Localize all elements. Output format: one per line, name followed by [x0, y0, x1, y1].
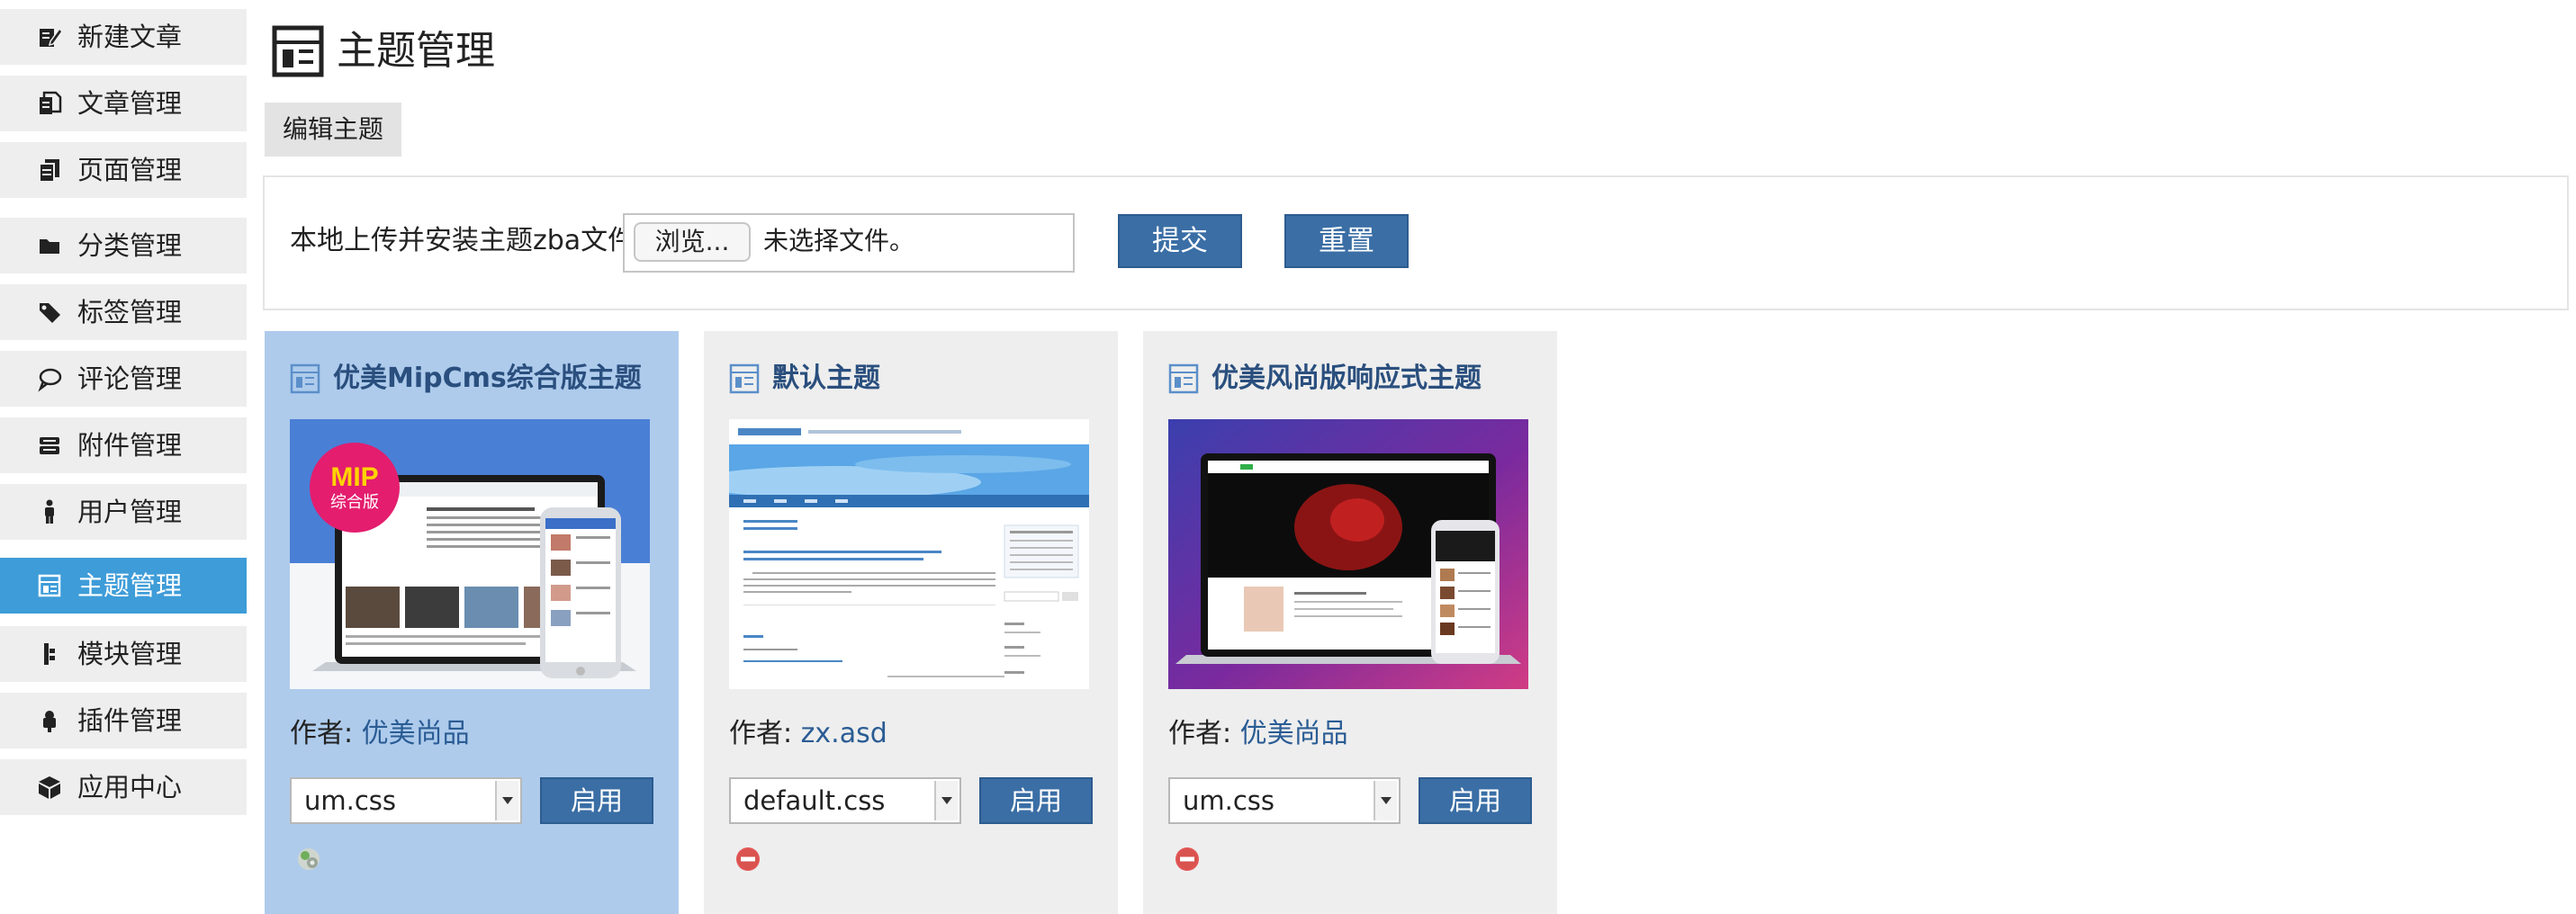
- module-icon: [36, 641, 63, 668]
- theme-name: 优美风尚版响应式主题: [1211, 363, 1482, 394]
- reset-button[interactable]: 重置: [1284, 214, 1409, 268]
- theme-author: 作者: zx.asd: [729, 718, 887, 749]
- edit-icon: [36, 23, 63, 50]
- enable-button[interactable]: 启用: [540, 777, 653, 824]
- author-link[interactable]: 优美尚品: [362, 718, 470, 749]
- delete-icon[interactable]: [734, 846, 761, 873]
- sidebar-item-pages[interactable]: 页面管理: [0, 142, 247, 198]
- theme-page-icon: [272, 25, 324, 77]
- submit-button[interactable]: 提交: [1118, 214, 1242, 268]
- comment-icon: [36, 365, 63, 392]
- no-file-text: 未选择文件。: [763, 226, 915, 255]
- sidebar-item-modules[interactable]: 模块管理: [0, 626, 247, 682]
- tab-edit-theme[interactable]: 编辑主题: [265, 103, 401, 157]
- sidebar-item-label: 标签管理: [77, 297, 183, 327]
- sidebar-item-label: 插件管理: [77, 705, 183, 736]
- style-select[interactable]: default.css: [729, 777, 961, 824]
- theme-preview-image[interactable]: MIP 综合版: [290, 419, 650, 689]
- theme-author: 作者: 优美尚品: [1168, 718, 1348, 749]
- style-select-value: um.css: [304, 785, 397, 816]
- sidebar-item-articles[interactable]: 文章管理: [0, 76, 247, 131]
- author-link[interactable]: zx.asd: [801, 718, 887, 749]
- theme-icon: [729, 363, 760, 394]
- theme-icon: [1168, 363, 1199, 394]
- mip-badge-subtext: 综合版: [330, 493, 379, 512]
- sidebar-item-themes[interactable]: 主题管理: [0, 558, 247, 614]
- plugin-icon: [36, 707, 63, 734]
- sidebar-item-label: 用户管理: [77, 497, 183, 527]
- theme-name: 默认主题: [772, 363, 880, 394]
- theme-name: 优美MipCms综合版主题: [333, 363, 642, 394]
- theme-preview-image[interactable]: [729, 419, 1089, 689]
- sidebar-item-new-article[interactable]: 新建文章: [0, 9, 247, 65]
- app-center-icon: [36, 774, 63, 801]
- style-select-value: um.css: [1183, 785, 1275, 816]
- sidebar-item-label: 页面管理: [77, 155, 183, 185]
- sidebar-item-label: 模块管理: [77, 639, 183, 669]
- sidebar-item-label: 评论管理: [77, 363, 183, 394]
- sidebar-item-label: 分类管理: [77, 230, 183, 261]
- theme-card-mipcms: 优美MipCms综合版主题 MIP 综合版 作者: 优美尚品 um.css 启用: [265, 331, 679, 914]
- sidebar-item-comments[interactable]: 评论管理: [0, 351, 247, 407]
- theme-preview-image[interactable]: [1168, 419, 1528, 689]
- chevron-down-icon: [495, 781, 518, 820]
- sidebar-item-tags[interactable]: 标签管理: [0, 284, 247, 340]
- style-select[interactable]: um.css: [1168, 777, 1401, 824]
- folder-icon: [36, 232, 63, 259]
- sidebar-item-label: 主题管理: [77, 570, 183, 601]
- theme-card-default: 默认主题 作者: zx.asd default.css 启用: [704, 331, 1118, 914]
- sidebar-item-attachments[interactable]: 附件管理: [0, 417, 247, 473]
- sidebar-item-app-center[interactable]: 应用中心: [0, 759, 247, 815]
- upload-label: 本地上传并安装主题zba文件:: [290, 225, 644, 256]
- chevron-down-icon: [934, 781, 958, 820]
- sidebar-item-label: 应用中心: [77, 772, 183, 802]
- user-icon: [36, 498, 63, 525]
- page-title: 主题管理: [337, 28, 495, 74]
- enable-button[interactable]: 启用: [1419, 777, 1532, 824]
- attachment-icon: [36, 432, 63, 459]
- sidebar-item-categories[interactable]: 分类管理: [0, 218, 247, 273]
- delete-icon[interactable]: [1174, 846, 1201, 873]
- author-link[interactable]: 优美尚品: [1240, 718, 1348, 749]
- tag-icon: [36, 299, 63, 326]
- sidebar-item-label: 附件管理: [77, 430, 183, 461]
- theme-author: 作者: 优美尚品: [290, 718, 470, 749]
- style-select[interactable]: um.css: [290, 777, 522, 824]
- browse-button[interactable]: 浏览...: [634, 222, 751, 262]
- chevron-down-icon: [1374, 781, 1397, 820]
- style-select-value: default.css: [743, 785, 886, 816]
- sidebar-item-users[interactable]: 用户管理: [0, 484, 247, 540]
- theme-icon: [290, 363, 320, 394]
- articles-icon: [36, 90, 63, 117]
- theme-icon: [36, 572, 63, 599]
- settings-icon[interactable]: [295, 846, 322, 873]
- theme-card-fashion: 优美风尚版响应式主题 作者: 优美尚品 um.css 启用: [1143, 331, 1557, 914]
- mip-badge-text: MIP: [330, 462, 378, 492]
- sidebar-item-label: 文章管理: [77, 88, 183, 119]
- enable-button[interactable]: 启用: [979, 777, 1093, 824]
- sidebar-item-plugins[interactable]: 插件管理: [0, 693, 247, 748]
- pages-icon: [36, 157, 63, 184]
- sidebar-item-label: 新建文章: [77, 22, 183, 52]
